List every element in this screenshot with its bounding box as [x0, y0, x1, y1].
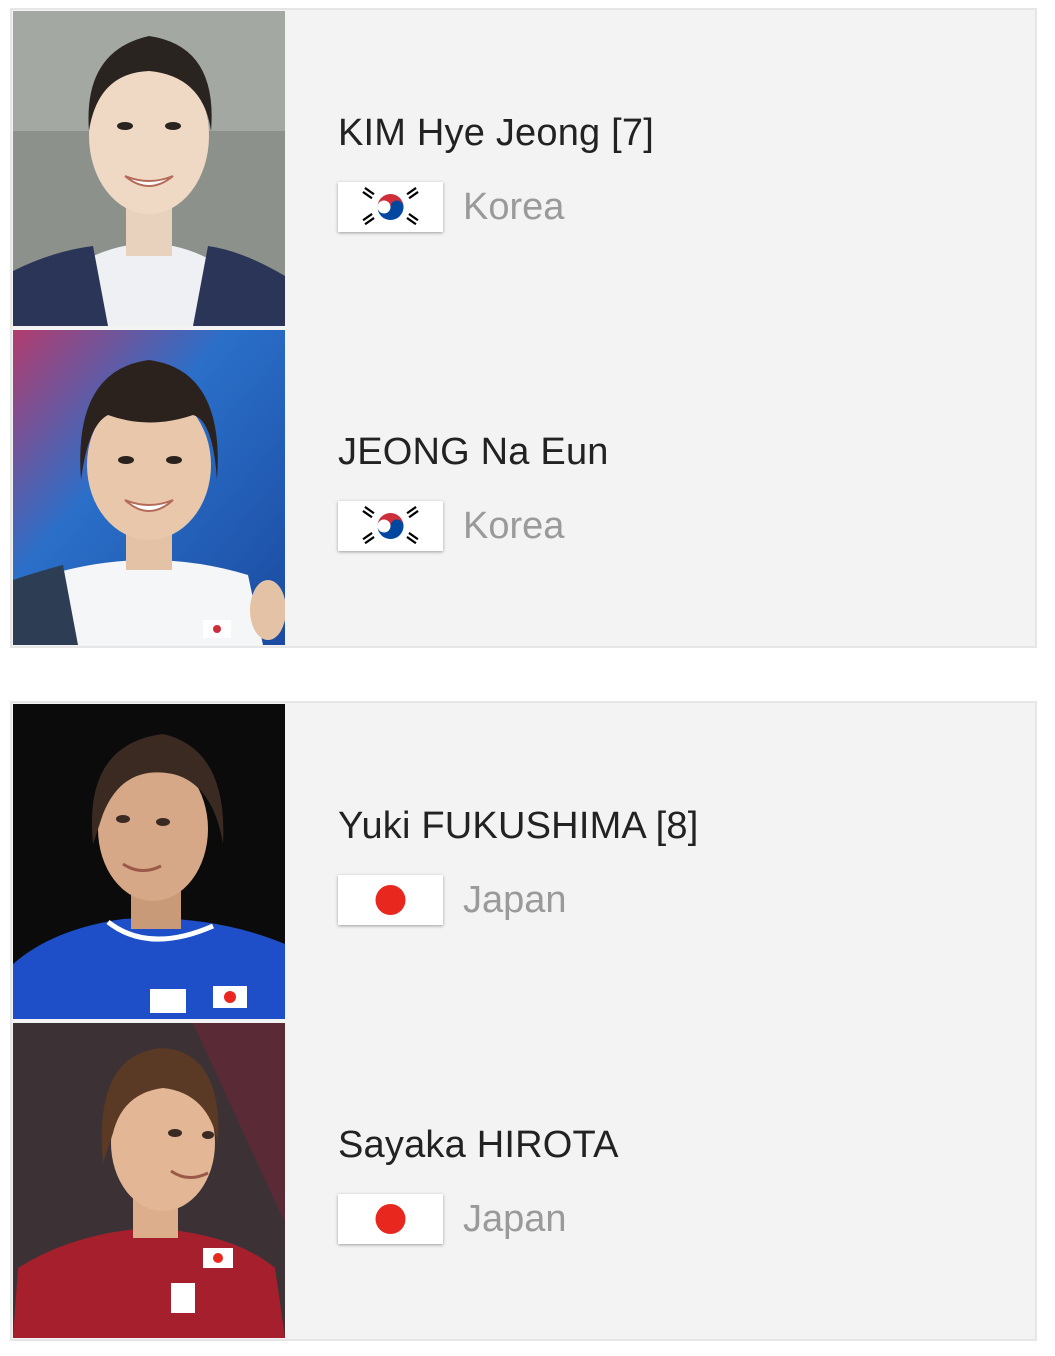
country-name: Japan: [463, 878, 567, 921]
player-photo: [13, 11, 285, 326]
player-name[interactable]: JEONG Na Eun: [338, 431, 609, 474]
korea-flag-icon: [338, 182, 443, 232]
player-row[interactable]: KIM Hye Jeong [7] Korea: [12, 10, 1035, 326]
japan-flag-icon: [338, 875, 443, 925]
player-photo: [13, 330, 285, 645]
player-photo: [13, 704, 285, 1019]
country-line: Japan: [338, 1194, 567, 1244]
country-name: Japan: [463, 1197, 567, 1240]
player-row[interactable]: JEONG Na Eun Korea: [12, 329, 1035, 645]
country-line: Korea: [338, 501, 564, 551]
country-line: Korea: [338, 182, 564, 232]
country-name: Korea: [463, 185, 565, 228]
player-name[interactable]: Yuki FUKUSHIMA [8]: [338, 805, 698, 848]
doubles-pair-card[interactable]: KIM Hye Jeong [7] Korea JEONG Na Eun Kor…: [10, 8, 1037, 648]
player-photo: [13, 1023, 285, 1338]
japan-flag-icon: [338, 1194, 443, 1244]
doubles-pair-card[interactable]: Yuki FUKUSHIMA [8] Japan Sayaka HIROTA J…: [10, 701, 1037, 1341]
player-name[interactable]: KIM Hye Jeong [7]: [338, 112, 654, 155]
player-row[interactable]: Sayaka HIROTA Japan: [12, 1022, 1035, 1338]
player-row[interactable]: Yuki FUKUSHIMA [8] Japan: [12, 703, 1035, 1019]
player-name[interactable]: Sayaka HIROTA: [338, 1124, 619, 1167]
country-line: Japan: [338, 875, 567, 925]
country-name: Korea: [463, 504, 565, 547]
korea-flag-icon: [338, 501, 443, 551]
